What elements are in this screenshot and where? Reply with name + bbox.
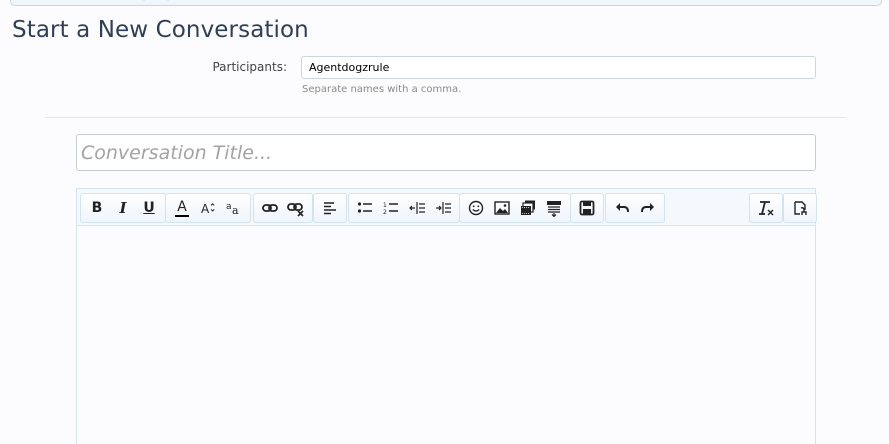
redo-icon	[641, 203, 654, 213]
media-icon	[521, 200, 535, 215]
svg-text:1: 1	[383, 202, 387, 209]
toggle-bbcode-button[interactable]	[787, 195, 813, 221]
undo-button[interactable]	[609, 195, 635, 221]
align-left-button[interactable]	[317, 195, 343, 221]
message-editor[interactable]: B I U A A a a 1 2	[76, 188, 817, 444]
smiley-button[interactable]	[463, 195, 489, 221]
toolbar-group-history	[605, 193, 665, 223]
indent-button[interactable]	[430, 195, 456, 221]
insert-template-button[interactable]	[541, 195, 567, 221]
smiley-icon	[468, 200, 484, 216]
toolbar-group-list: 1 2	[348, 193, 460, 223]
svg-text:A: A	[201, 202, 210, 216]
save-draft-button[interactable]	[574, 195, 600, 221]
toolbar-group-insert	[459, 193, 571, 223]
remove-format-button[interactable]	[753, 195, 779, 221]
editor-toolbar: B I U A A a a 1 2	[77, 189, 817, 226]
link-icon	[262, 204, 278, 212]
toolbar-group-remove-format	[749, 193, 783, 223]
undo-icon	[616, 203, 629, 213]
toolbar-group-align	[313, 193, 347, 223]
numbered-list-icon: 1 2	[383, 202, 398, 216]
font-family-button[interactable]: a a	[221, 195, 247, 221]
media-button[interactable]	[515, 195, 541, 221]
bullet-list-icon	[357, 202, 372, 213]
image-icon	[494, 201, 510, 215]
font-color-button[interactable]: A	[169, 195, 195, 221]
insert-template-icon	[547, 201, 561, 217]
participants-label: Participants:	[212, 60, 287, 74]
toolbar-group-font: A A a a	[165, 193, 251, 223]
underline-button[interactable]: U	[136, 195, 162, 221]
link-button[interactable]	[257, 195, 283, 221]
breadcrumb-separator	[160, 0, 176, 2]
toolbar-group-text-style: B I U	[80, 193, 166, 223]
bold-button[interactable]: B	[84, 195, 110, 221]
toolbar-group-bbcode	[783, 193, 817, 223]
italic-icon: I	[119, 199, 127, 217]
editor-content-area[interactable]	[77, 226, 815, 444]
redo-button[interactable]	[635, 195, 661, 221]
indent-icon	[436, 202, 451, 214]
numbered-list-button[interactable]: 1 2	[378, 195, 404, 221]
align-left-icon	[324, 202, 336, 215]
font-family-icon: a a	[226, 202, 239, 217]
unlink-button[interactable]	[283, 195, 309, 221]
outdent-icon	[409, 202, 425, 214]
toggle-bbcode-icon	[794, 201, 807, 215]
bullet-list-button[interactable]	[352, 195, 378, 221]
toolbar-group-link	[253, 193, 313, 223]
outdent-button[interactable]	[404, 195, 430, 221]
image-button[interactable]	[489, 195, 515, 221]
toolbar-group-draft	[570, 193, 604, 223]
font-color-icon: A	[175, 200, 189, 217]
italic-button[interactable]: I	[110, 195, 136, 221]
participants-hint: Separate names with a comma.	[302, 84, 462, 95]
breadcrumb-separator	[136, 0, 152, 2]
svg-text:a: a	[226, 202, 232, 212]
conversation-title-input[interactable]	[76, 134, 816, 171]
page-title: Start a New Conversation	[12, 17, 309, 43]
svg-text:2: 2	[383, 209, 387, 216]
bold-icon: B	[91, 200, 103, 216]
font-size-button[interactable]: A	[195, 195, 221, 221]
divider	[45, 117, 846, 118]
save-draft-icon	[579, 200, 595, 216]
svg-text:a: a	[232, 204, 239, 217]
underline-icon: U	[143, 200, 155, 216]
unlink-icon	[287, 203, 304, 217]
remove-format-icon	[759, 201, 774, 216]
participants-input[interactable]	[301, 56, 816, 79]
font-size-icon: A	[201, 202, 215, 216]
breadcrumb	[10, 0, 882, 6]
